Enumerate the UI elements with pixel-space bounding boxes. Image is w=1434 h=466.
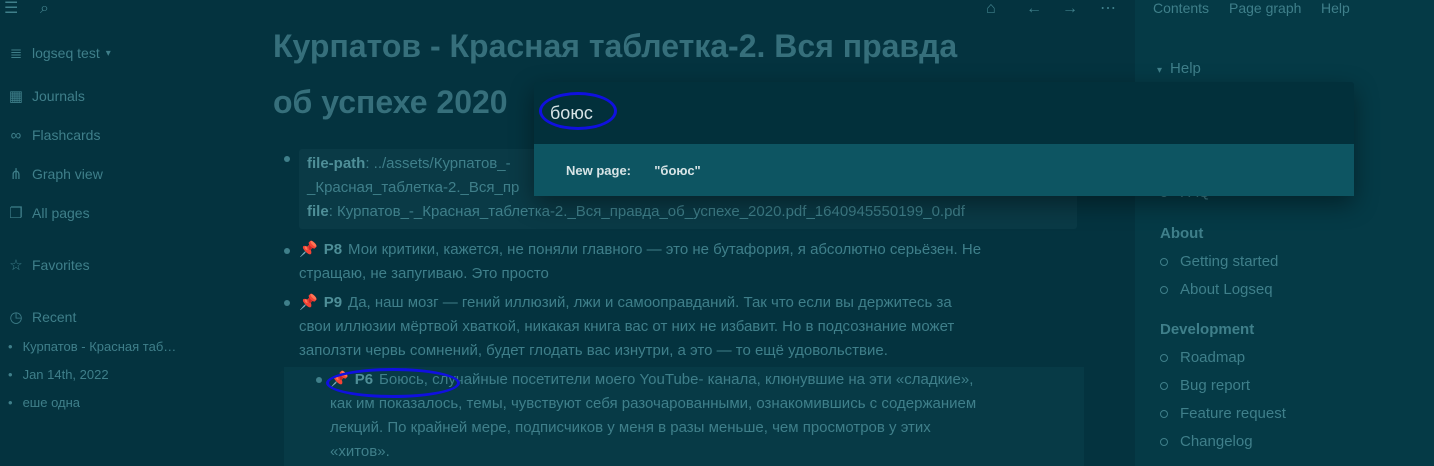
main-content: Курпатов - Красная таблетка-2. Вся правд… [240, 0, 1135, 466]
circle-bullet-icon [1160, 354, 1168, 363]
block-tag: P6 [354, 371, 374, 388]
recent-item-label: еше одна [22, 395, 81, 410]
star-icon: ☆ [9, 257, 23, 274]
infinity-icon: ∞ [10, 126, 22, 144]
recent-label: Recent [32, 309, 77, 325]
recent-item-label: Курпатов - Красная таб… [22, 339, 177, 354]
property-key: file-path [307, 155, 366, 172]
chevron-down-icon: ▾ [1157, 65, 1163, 76]
link-feature-request[interactable]: Feature request [1160, 405, 1286, 422]
graph-name: logseq test [32, 45, 100, 61]
nav-label: Journals [32, 88, 85, 104]
calendar-icon: ▦ [8, 88, 24, 105]
property-value: : Курпатов_-_Красная_таблетка-2._Вся_пра… [328, 203, 965, 220]
link-changelog[interactable]: Changelog [1160, 433, 1253, 450]
block-text: стращаю, не запугиваю. Это просто [299, 265, 549, 282]
recent-item[interactable]: • Jan 14th, 2022 [8, 367, 109, 382]
recent-header[interactable]: ◷ Recent [0, 305, 76, 329]
pin-icon: 📌 [330, 371, 349, 388]
block-text: как им показалось, темы, чувствуют себя … [330, 395, 977, 412]
bullet-icon: • [8, 395, 13, 410]
help-label: Help [1170, 60, 1201, 77]
left-sidebar: ≣ logseq test ▾ ▦ Journals ∞ Flashcards … [0, 22, 240, 466]
recent-item[interactable]: • еше одна [8, 395, 80, 410]
nav-graph-view[interactable]: ⋔ Graph view [0, 162, 103, 186]
search-result-new-page[interactable]: New page: "боюс" [534, 144, 1354, 196]
block-bullet[interactable] [284, 300, 290, 306]
search-icon[interactable]: ⌕ [40, 0, 49, 18]
section-development: Development [1160, 321, 1255, 338]
search-modal: New page: "боюс" [534, 82, 1354, 196]
block-p8[interactable]: 📌 P8 Мои критики, кажется, не поняли главн… [299, 238, 1089, 286]
favorites-header[interactable]: ☆ Favorites [0, 253, 90, 277]
nav-label: All pages [32, 205, 90, 221]
block-bullet[interactable] [284, 156, 290, 162]
right-sidebar: Contents Page graph Help ▾Help FAQ About… [1135, 0, 1434, 466]
circle-bullet-icon [1160, 438, 1168, 447]
link-label: Bug report [1180, 377, 1251, 394]
help-section-toggle[interactable]: ▾ Help [1157, 60, 1201, 77]
result-prefix: New page: [566, 162, 632, 178]
block-text: Да, наш мозг — гений иллюзий, лжи и само… [348, 294, 952, 311]
tab-help[interactable]: Help [1321, 0, 1350, 16]
property-value: : ../assets/Курпатов_- [365, 155, 511, 172]
block-text: заползти червь сомнений, будет глодать в… [299, 342, 888, 359]
pin-icon: 📌 [299, 241, 318, 258]
graph-selector[interactable]: ≣ logseq test ▾ [0, 41, 111, 65]
block-text: Мои критики, кажется, не поняли главного… [348, 241, 982, 258]
link-getting-started[interactable]: Getting started [1160, 253, 1278, 270]
link-label: Roadmap [1180, 349, 1246, 366]
block-tag: P8 [323, 241, 343, 258]
search-input[interactable] [534, 82, 1354, 144]
recent-item[interactable]: • Курпатов - Красная таб… [8, 339, 176, 354]
database-icon: ≣ [9, 45, 23, 62]
link-label: Changelog [1180, 433, 1253, 450]
property-key: file [307, 203, 329, 220]
block-tag: P9 [323, 294, 343, 311]
bullet-icon: • [8, 367, 13, 382]
favorites-label: Favorites [32, 257, 90, 273]
pin-icon: 📌 [299, 294, 318, 311]
nav-label: Flashcards [32, 127, 101, 143]
link-bug-report[interactable]: Bug report [1160, 377, 1250, 394]
block-p6[interactable]: 📌 P6 Боюсь, случайные посетители моего You… [330, 368, 1090, 464]
link-label: Getting started [1180, 253, 1279, 270]
block-text: Боюсь, случайные посетители моего YouTub… [379, 371, 974, 388]
menu-icon[interactable]: ☰ [4, 0, 18, 18]
tab-page-graph[interactable]: Page graph [1229, 0, 1301, 16]
section-about: About [1160, 225, 1204, 242]
graph-icon: ⋔ [9, 166, 23, 183]
tab-contents[interactable]: Contents [1153, 0, 1209, 16]
block-bullet[interactable] [316, 377, 322, 383]
bullet-icon: • [8, 339, 13, 354]
history-icon: ◷ [9, 309, 23, 326]
circle-bullet-icon [1160, 286, 1168, 295]
block-text: свои иллюзии мёртвой хваткой, никакая кн… [299, 318, 955, 335]
block-text: «хитов». [330, 443, 390, 460]
page-title-line: Курпатов - Красная таблетка-2. Вся правд… [273, 28, 958, 64]
property-value: _Красная_таблетка-2._Вся_пр [307, 179, 520, 196]
result-value: "боюс" [654, 162, 701, 178]
pages-icon: ❐ [9, 205, 23, 222]
block-bullet[interactable] [284, 248, 290, 254]
chevron-down-icon: ▾ [105, 47, 111, 59]
recent-item-label: Jan 14th, 2022 [22, 367, 109, 382]
circle-bullet-icon [1160, 382, 1168, 391]
nav-journals[interactable]: ▦ Journals [0, 84, 85, 108]
link-about-logseq[interactable]: About Logseq [1160, 281, 1273, 298]
nav-flashcards[interactable]: ∞ Flashcards [0, 123, 101, 147]
link-label: Feature request [1180, 405, 1286, 422]
circle-bullet-icon [1160, 258, 1168, 267]
nav-all-pages[interactable]: ❐ All pages [0, 201, 90, 225]
block-p9[interactable]: 📌 P9 Да, наш мозг — гений иллюзий, лжи и с… [299, 291, 1089, 363]
block-text: лекций. По крайней мере, подписчиков у м… [330, 419, 931, 436]
link-label: About Logseq [1180, 281, 1273, 298]
nav-label: Graph view [32, 166, 103, 182]
circle-bullet-icon [1160, 410, 1168, 419]
link-roadmap[interactable]: Roadmap [1160, 349, 1245, 366]
